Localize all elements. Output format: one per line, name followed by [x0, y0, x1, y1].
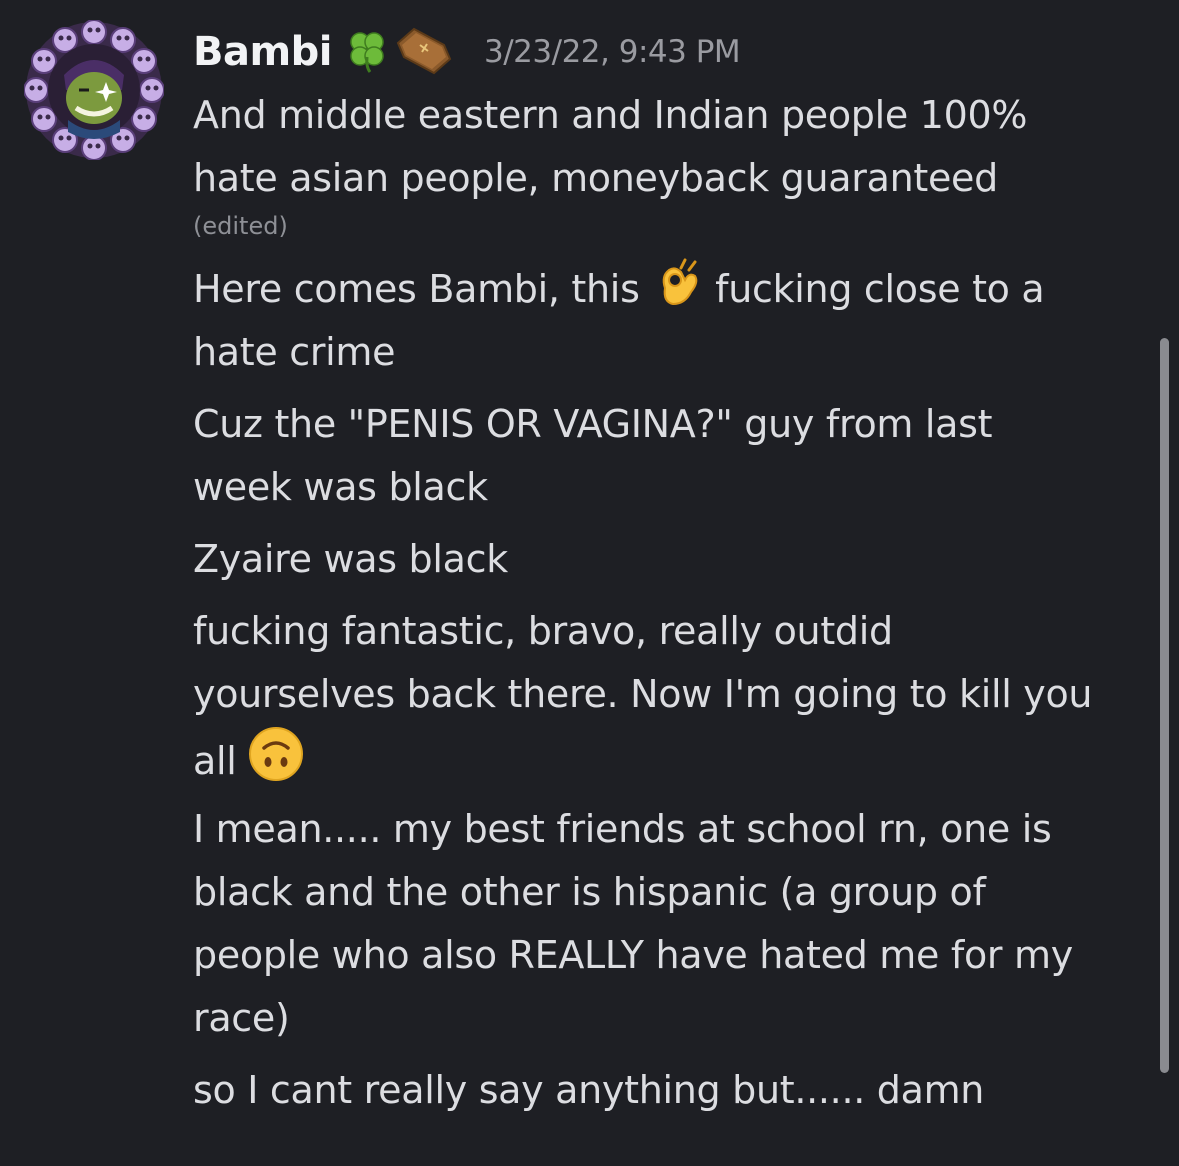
message-line: Zyaire was black [193, 537, 508, 581]
avatar[interactable] [23, 19, 165, 161]
message-line: race) [193, 996, 290, 1040]
four-leaf-clover-icon [344, 27, 390, 77]
message-text: fucking close to a [715, 267, 1045, 311]
message-line: hate crime [193, 330, 396, 374]
message-line: yourselves back there. Now I'm going to … [193, 672, 1093, 716]
message-text: all [193, 739, 237, 783]
message-line: so I cant really say anything but...... … [193, 1068, 985, 1112]
upside-down-face-emoji-icon [248, 726, 304, 801]
message-text: Here comes Bambi, this [193, 267, 640, 311]
scrollbar[interactable] [1160, 338, 1169, 1073]
message-timestamp: 3/23/22, 9:43 PM [484, 34, 741, 70]
message-line: Cuz the "PENIS OR VAGINA?" guy from last [193, 402, 993, 446]
edited-label: (edited) [193, 212, 288, 240]
coffin-icon [392, 25, 454, 79]
message-line: week was black [193, 465, 488, 509]
message-line: I mean..... my best friends at school rn… [193, 807, 1052, 851]
message-line: all [193, 726, 1158, 801]
message-line: fucking fantastic, bravo, really outdid [193, 609, 893, 653]
message-line: And middle eastern and Indian people 100… [193, 93, 1028, 137]
message-line: black and the other is hispanic (a group… [193, 870, 986, 914]
username[interactable]: Bambi [193, 29, 333, 75]
message-header: Bambi 3/23/22, 9:43 PM [193, 25, 741, 79]
ok-hand-emoji-icon [651, 258, 703, 329]
avatar-skull-ring-icon [23, 19, 165, 161]
message-line: hate asian people, moneyback guaranteed [193, 156, 998, 200]
message-line: Here comes Bambi, this fucking close to … [193, 258, 1158, 329]
message-line: people who also REALLY have hated me for… [193, 933, 1073, 977]
